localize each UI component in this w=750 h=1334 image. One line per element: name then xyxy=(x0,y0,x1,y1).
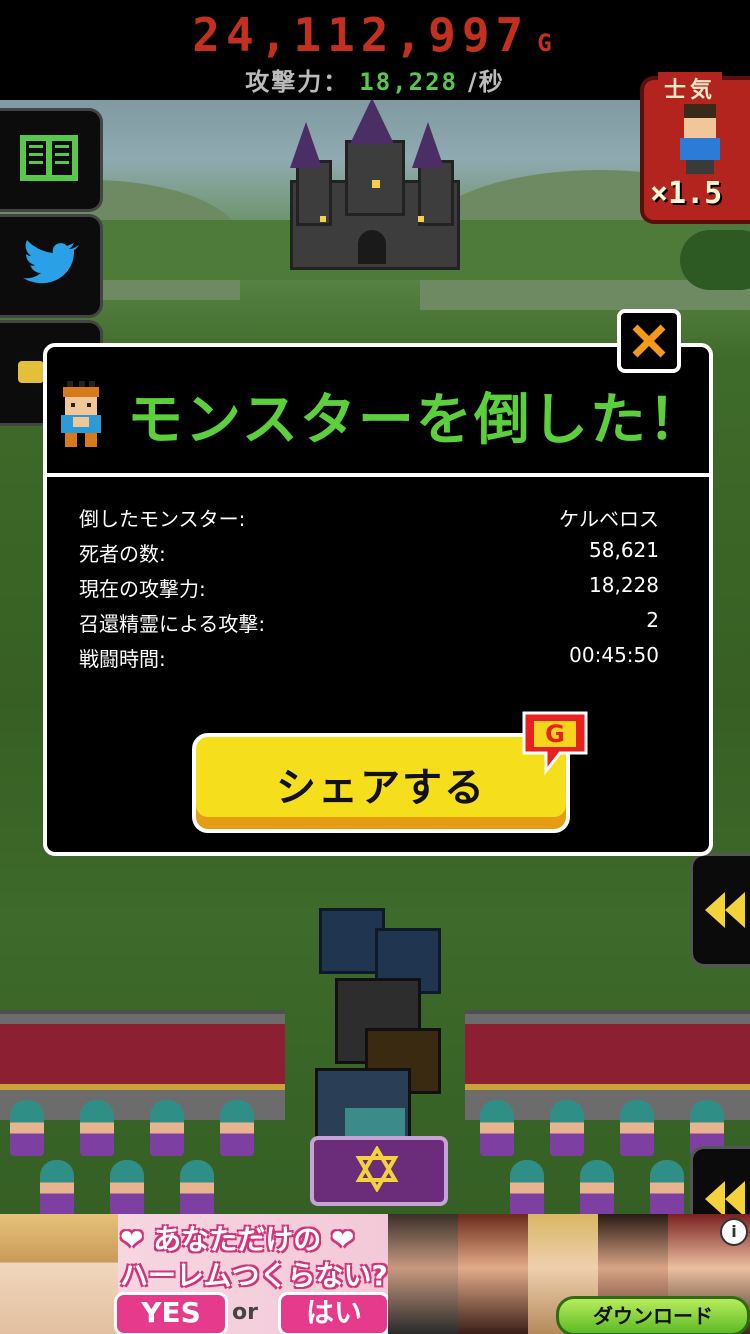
stat-value: 18,228 xyxy=(589,573,659,597)
top-hud: 24,112,997 G 攻撃力： 18,228/秒 xyxy=(0,0,750,100)
stat-row-summon: 召還精霊による攻撃: 2 xyxy=(79,608,659,642)
attack-unit: /秒 xyxy=(467,68,505,96)
ad-or-text: or xyxy=(232,1300,258,1325)
twitter-button[interactable] xyxy=(0,214,103,318)
attack-value: 18,228 xyxy=(359,68,458,96)
stat-row-deaths: 死者の数: 58,621 xyxy=(79,538,659,572)
hero-icon xyxy=(55,381,107,453)
hero-army xyxy=(315,908,441,1168)
book-icon xyxy=(20,135,78,181)
stat-value: 2 xyxy=(646,608,659,632)
attack-label: 攻撃力： xyxy=(245,68,350,96)
stat-row-time: 戦闘時間: 00:45:50 xyxy=(79,643,659,677)
share-button[interactable]: シェアする xyxy=(192,733,570,833)
stat-label: 死者の数: xyxy=(79,542,166,566)
dialog-header: モンスターを倒した！ xyxy=(47,347,709,477)
morale-multiplier: ×1.5 xyxy=(650,176,723,211)
stat-label: 倒したモンスター: xyxy=(79,507,246,531)
stat-value: 58,621 xyxy=(589,538,659,562)
morale-panel: 士気 ×1.5 xyxy=(640,72,750,224)
morale-label: 士気 xyxy=(658,72,723,104)
ad-hai-button[interactable]: はい xyxy=(278,1292,390,1334)
gold-unit: G xyxy=(537,29,558,57)
double-chevron-left-icon xyxy=(705,1181,745,1217)
double-chevron-left-icon xyxy=(705,892,745,928)
coin-icon xyxy=(18,361,44,383)
ad-character-image xyxy=(388,1214,458,1334)
star-of-david-icon xyxy=(355,1146,399,1192)
attack-per-second: 攻撃力： 18,228/秒 xyxy=(0,62,750,97)
rewind-button-2[interactable] xyxy=(690,1146,750,1217)
share-label: シェアする xyxy=(276,765,486,811)
stat-row-attack: 現在の攻撃力: 18,228 xyxy=(79,573,659,607)
close-icon xyxy=(632,324,666,358)
stat-value: 00:45:50 xyxy=(569,643,659,667)
ad-character-image xyxy=(458,1214,528,1334)
ad-download-button[interactable]: ダウンロード xyxy=(556,1296,750,1334)
gold-counter: 24,112,997 G xyxy=(0,8,750,62)
ad-banner[interactable]: ❤ あなただけの ❤ ハーレムつくらない? YES or はい ダウンロード i xyxy=(0,1214,750,1334)
close-button[interactable] xyxy=(617,309,681,373)
gold-bonus-badge: G xyxy=(520,709,590,783)
monster-defeated-dialog: モンスターを倒した！ 倒したモンスター: ケルベロス 死者の数: 58,621 … xyxy=(43,309,713,856)
stat-label: 戦闘時間: xyxy=(79,647,166,671)
bush xyxy=(680,230,750,290)
ad-headline: ❤ あなただけの ❤ xyxy=(120,1223,355,1256)
castle xyxy=(290,100,460,270)
hero-portrait-icon xyxy=(678,104,722,174)
dialog-title: モンスターを倒した！ xyxy=(127,388,706,453)
twitter-bird-icon xyxy=(23,240,79,284)
ad-subheadline: ハーレムつくらない? xyxy=(120,1259,388,1292)
crowd-left xyxy=(0,1100,300,1214)
summon-button[interactable] xyxy=(310,1136,448,1206)
gold-value: 24,112,997 xyxy=(192,8,530,62)
stat-row-monster: 倒したモンスター: ケルベロス xyxy=(79,503,659,537)
badge-letter: G xyxy=(545,720,565,748)
stat-value: ケルベロス xyxy=(559,507,659,531)
stat-label: 召還精霊による攻撃: xyxy=(79,612,266,636)
ad-character-image xyxy=(0,1214,118,1334)
stat-label: 現在の攻撃力: xyxy=(79,577,206,601)
rewind-button[interactable] xyxy=(690,853,750,967)
ad-yes-button[interactable]: YES xyxy=(114,1292,228,1334)
ad-info-icon[interactable]: i xyxy=(720,1218,748,1246)
book-button[interactable] xyxy=(0,108,103,212)
